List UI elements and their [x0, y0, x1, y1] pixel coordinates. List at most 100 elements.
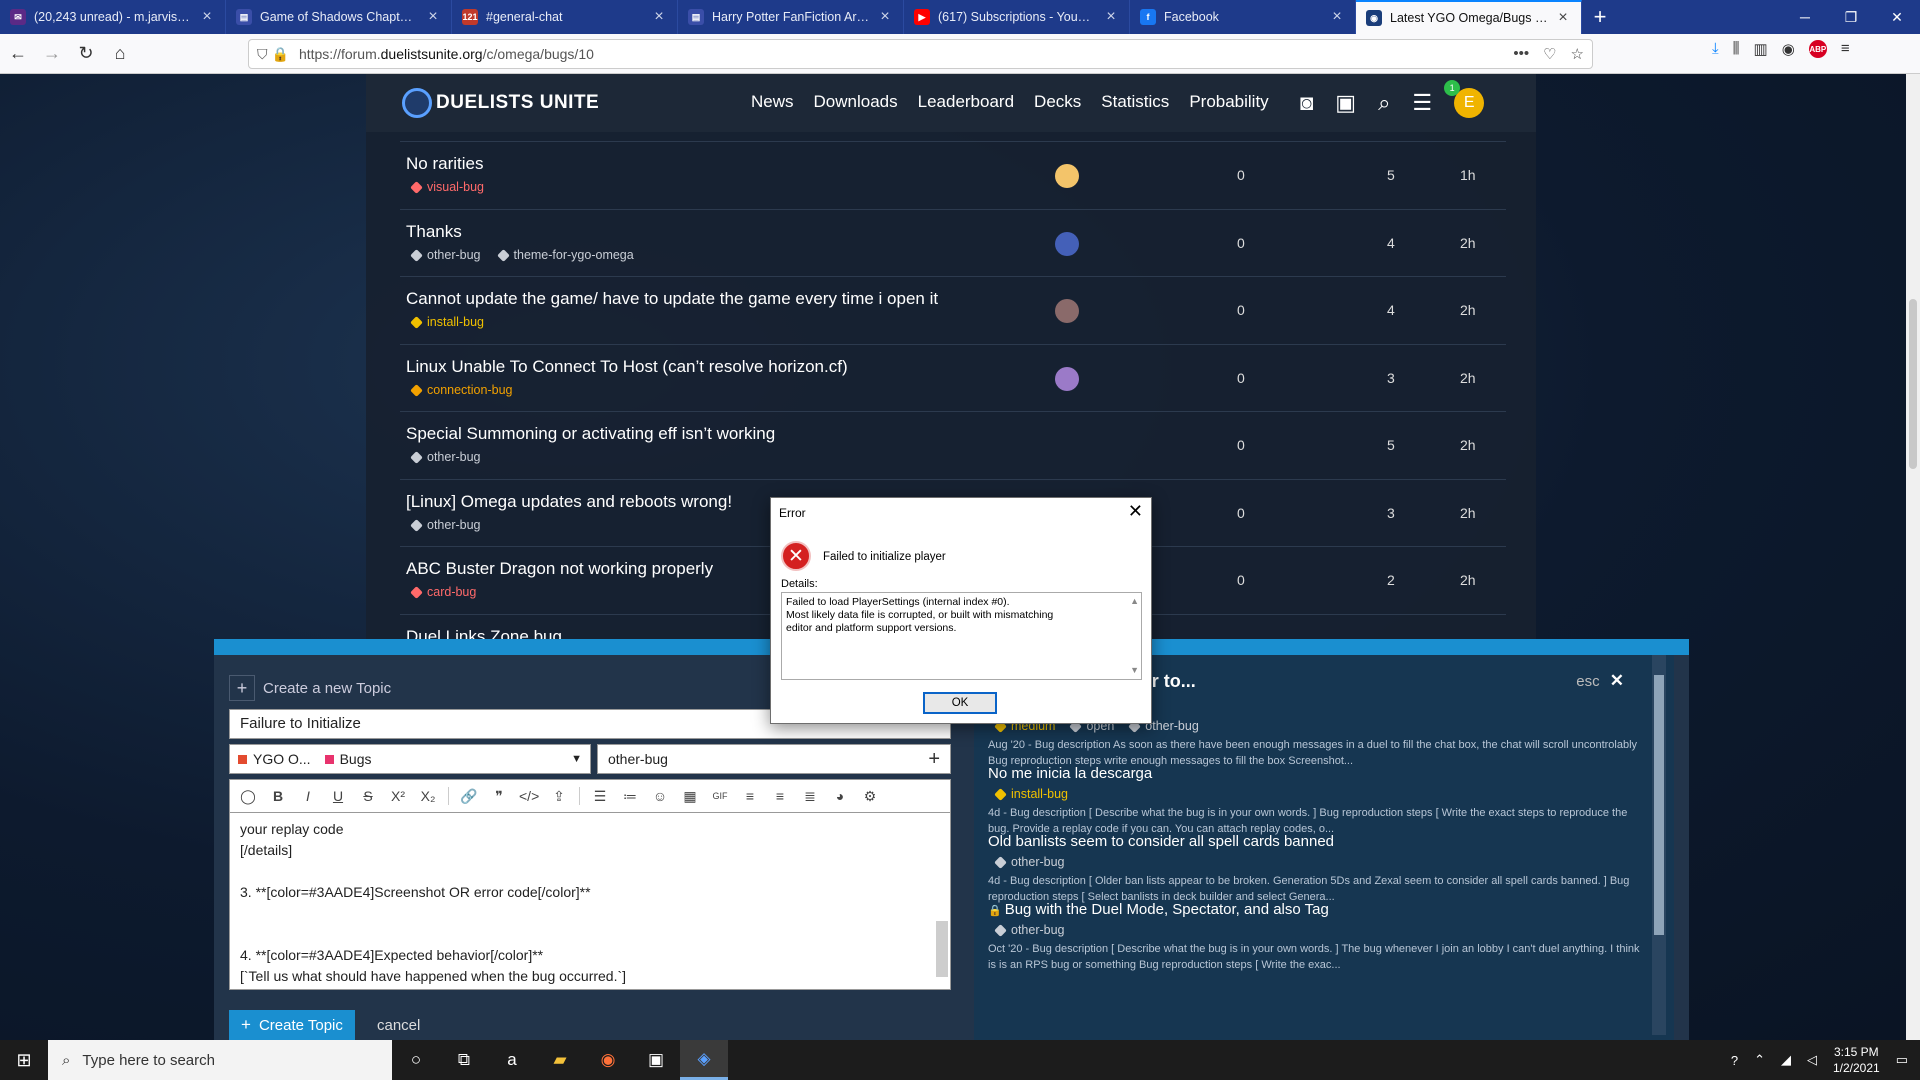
volume-icon[interactable]: ◁ [1807, 1052, 1817, 1068]
create-topic-button[interactable]: + Create Topic [229, 1010, 355, 1040]
topic-title[interactable]: ABC Buster Dragon not working properly [406, 559, 713, 579]
code-icon[interactable]: </> [519, 788, 539, 804]
numbered-list-icon[interactable]: ≔ [620, 788, 640, 805]
editor-textarea[interactable]: your replay code [/details] 3. **[color=… [229, 813, 951, 990]
tab-close-icon[interactable]: × [1555, 9, 1571, 27]
gear-icon[interactable]: ⚙ [860, 788, 880, 805]
tab-close-icon[interactable]: × [877, 8, 893, 26]
topic-title[interactable]: Thanks [406, 222, 462, 242]
topic-tag[interactable]: other-bug [412, 450, 481, 464]
tab-close-icon[interactable]: × [1329, 8, 1345, 26]
forward-icon[interactable]: → [36, 38, 68, 70]
topic-title[interactable]: Special Summoning or activating eff isn’… [406, 424, 775, 444]
poster-avatar[interactable] [1055, 299, 1079, 323]
file-explorer-icon[interactable]: ▰ [536, 1040, 584, 1080]
palette-icon[interactable]: ◕ [830, 788, 850, 804]
account-icon[interactable]: ◉ [1782, 40, 1795, 58]
topic-tag[interactable]: other-bug [412, 248, 481, 262]
tab-close-icon[interactable]: × [1103, 8, 1119, 26]
library-icon[interactable]: ⫼ [1733, 40, 1740, 58]
new-tab-button[interactable]: + [1582, 0, 1618, 34]
topic-tag[interactable]: card-bug [412, 585, 476, 599]
topic-row[interactable]: No rarities visual-bug 0 5 1h [400, 141, 1506, 209]
lock-icon[interactable]: 🔒 [272, 46, 289, 63]
bullet-list-icon[interactable]: ☰ [590, 788, 610, 805]
clock[interactable]: 3:15 PM 1/2/2021 [1833, 1044, 1880, 1076]
topic-title[interactable]: Cannot update the game/ have to update t… [406, 289, 938, 309]
tag-select[interactable]: other-bug + [597, 744, 951, 774]
notifications-icon[interactable]: ▭ [1896, 1052, 1908, 1068]
page-actions-icon[interactable]: ••• [1513, 45, 1529, 63]
minimize-icon[interactable]: ─ [1782, 0, 1828, 34]
browser-tab[interactable]: 121 #general-chat × [452, 0, 678, 34]
back-icon[interactable]: ← [2, 38, 34, 70]
topic-title[interactable]: No rarities [406, 154, 483, 174]
site-logo[interactable]: DUELISTS UNITE [402, 88, 599, 118]
similar-topic-title[interactable]: No me inicia la descarga [988, 765, 1152, 782]
browser-tab[interactable]: f Facebook × [1130, 0, 1356, 34]
editor-scroll-thumb[interactable] [936, 921, 948, 977]
superscript-icon[interactable]: X² [388, 788, 408, 804]
upload-icon[interactable]: ⇪ [549, 788, 569, 805]
browser-tab[interactable]: ◉ Latest YGO Omega/Bugs topic… × [1356, 0, 1582, 34]
underline-icon[interactable]: U [328, 788, 348, 804]
bold-icon[interactable]: B [268, 788, 288, 804]
topic-row[interactable]: Cannot update the game/ have to update t… [400, 276, 1506, 344]
windows-start-icon[interactable]: ⊞ [0, 1040, 48, 1080]
tab-close-icon[interactable]: × [199, 8, 215, 26]
discord-icon[interactable]: ◙ [1300, 90, 1313, 116]
topic-title[interactable]: Linux Unable To Connect To Host (can’t r… [406, 357, 848, 377]
cancel-link[interactable]: cancel [377, 1017, 420, 1034]
similar-scrollbar[interactable] [1652, 655, 1666, 1035]
network-icon[interactable]: ◢ [1781, 1052, 1791, 1068]
topic-row[interactable]: Linux Unable To Connect To Host (can’t r… [400, 343, 1506, 412]
similar-topic-title[interactable]: Bug with the Duel Mode, Spectator, and a… [1005, 901, 1329, 918]
close-similar[interactable]: esc ✕ [1576, 671, 1624, 691]
help-icon[interactable]: ? [1731, 1053, 1738, 1068]
nav-link[interactable]: Downloads [814, 92, 898, 112]
browser-tab[interactable]: ✉ (20,243 unread) - m.jarvis1109… × [0, 0, 226, 34]
similar-topic[interactable]: Old banlists seem to consider all spell … [988, 833, 1643, 905]
similar-topic-title[interactable]: Old banlists seem to consider all spell … [988, 833, 1334, 850]
scroll-up-icon[interactable]: ▲ [1130, 595, 1139, 608]
italic-icon[interactable]: I [298, 788, 318, 804]
add-tag-icon[interactable]: + [928, 748, 940, 771]
topic-tag[interactable]: visual-bug [412, 180, 484, 194]
app-icon[interactable]: ▣ [632, 1040, 680, 1080]
quote-icon[interactable]: ◯ [238, 788, 258, 805]
search-icon[interactable]: ⌕ [1378, 90, 1390, 116]
topic-tag[interactable]: theme-for-ygo-omega [499, 248, 634, 262]
dialog-close-icon[interactable]: ✕ [1128, 501, 1143, 522]
reload-icon[interactable]: ↻ [70, 38, 102, 70]
browser-tab[interactable]: ▤ Game of Shadows Chapter 1, a… × [226, 0, 452, 34]
bookmark-star-icon[interactable]: ☆ [1571, 45, 1584, 63]
firefox-icon[interactable]: ◉ [584, 1040, 632, 1080]
align-right-icon[interactable]: ≡ [770, 788, 790, 804]
hamburger-icon[interactable]: ☰ [1412, 90, 1432, 116]
page-scroll-thumb[interactable] [1909, 299, 1917, 469]
dialog-details-box[interactable]: Failed to load PlayerSettings (internal … [781, 592, 1142, 680]
close-window-icon[interactable]: ✕ [1874, 0, 1920, 34]
topic-tag[interactable]: install-bug [412, 315, 484, 329]
ygo-omega-icon[interactable]: ◈ [680, 1040, 728, 1080]
nav-link[interactable]: Leaderboard [918, 92, 1014, 112]
topic-tag[interactable]: connection-bug [412, 383, 512, 397]
similar-topic[interactable]: 🔒 Bug with the Duel Mode, Spectator, and … [988, 901, 1643, 973]
align-center-icon[interactable]: ≡ [740, 788, 760, 804]
download-icon[interactable]: ⤓ [1712, 40, 1719, 58]
browser-tab[interactable]: ▶ (617) Subscriptions - YouTube × [904, 0, 1130, 34]
tab-close-icon[interactable]: × [651, 8, 667, 26]
link-icon[interactable]: 🔗 [459, 788, 479, 805]
user-avatar[interactable]: 1E [1444, 80, 1485, 118]
task-view-icon[interactable]: ⧉ [440, 1040, 488, 1080]
nav-link[interactable]: News [751, 92, 794, 112]
similar-scroll-thumb[interactable] [1654, 675, 1664, 935]
tab-close-icon[interactable]: × [425, 8, 441, 26]
menu-icon[interactable]: ≡ [1841, 40, 1850, 58]
amazon-icon[interactable]: a [488, 1040, 536, 1080]
topic-tag[interactable]: other-bug [412, 518, 481, 532]
strikethrough-icon[interactable]: S [358, 788, 378, 804]
restore-icon[interactable]: ❐ [1828, 0, 1874, 34]
adblock-icon[interactable]: ABP [1808, 40, 1827, 58]
nav-link[interactable]: Statistics [1101, 92, 1169, 112]
